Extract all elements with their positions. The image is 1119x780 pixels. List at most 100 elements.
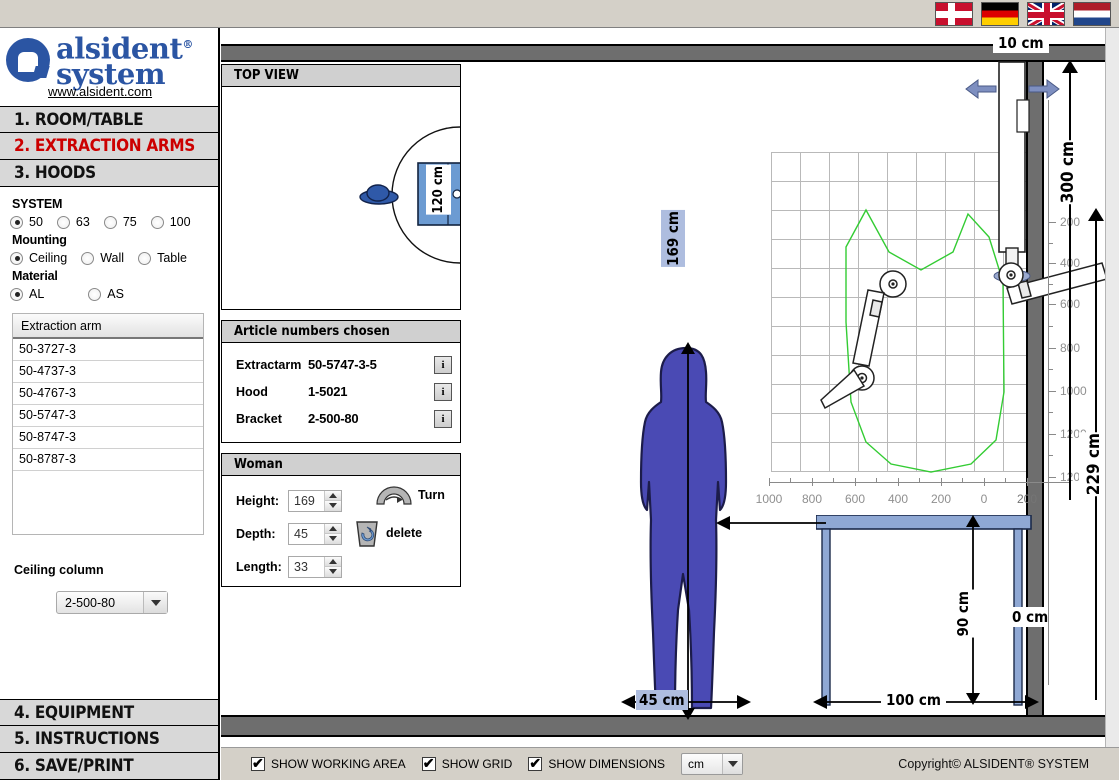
floor-level-dimension: 0 cm [1007, 607, 1054, 627]
logo: alsident® system www.alsident.com [0, 28, 218, 106]
length-increment-icon[interactable] [325, 556, 341, 567]
extraction-arm-list-header: Extraction arm [13, 314, 203, 339]
sidebar-item-equipment[interactable]: 4. EQUIPMENT [0, 699, 218, 726]
x-tick-label: 0 [980, 492, 988, 506]
list-item[interactable]: 50-3727-3 [13, 339, 203, 361]
sidebar-item-extraction-arms[interactable]: 2. EXTRACTION ARMS [0, 133, 218, 160]
sidebar-item-hoods[interactable]: 3. HOODS [0, 160, 218, 187]
info-button-hood[interactable]: i [434, 382, 452, 401]
height-value[interactable]: 169 [289, 491, 324, 511]
ceiling-column-value: 2-500-80 [65, 595, 116, 610]
radio-icon [81, 251, 95, 265]
depth-increment-icon[interactable] [325, 523, 341, 534]
material-option-al[interactable]: AL [10, 287, 44, 301]
material-group-title: Material [12, 269, 58, 283]
depth-field-row: Depth: 45 [222, 517, 460, 550]
table-row: Bracket 2-500-80 i [222, 405, 460, 432]
article-label: Extractarm [236, 357, 302, 372]
mounting-option-label: Wall [100, 251, 125, 265]
checkbox-show-grid[interactable]: SHOW GRID [421, 755, 513, 772]
extraction-arm-panel: SYSTEM 50 63 75 100 Mounting Ceiling Wal… [0, 187, 218, 614]
x-tick-label: 400 [887, 492, 909, 506]
turn-icon [376, 486, 412, 505]
checkbox-show-dimensions[interactable]: SHOW DIMENSIONS [528, 755, 665, 772]
list-item[interactable]: 50-8747-3 [13, 427, 203, 449]
system-option-63[interactable]: 63 [56, 215, 90, 229]
radio-icon [10, 287, 23, 301]
german-flag[interactable] [981, 2, 1019, 26]
person-properties-title: Woman [222, 454, 460, 476]
article-value: 50-5747-3-5 [308, 357, 377, 372]
sidebar-item-room-table[interactable]: 1. ROOM/TABLE [0, 106, 218, 133]
height-stepper[interactable]: 169 [288, 489, 342, 512]
delete-button[interactable]: delete [352, 518, 422, 548]
material-radio-group: AL AS [10, 287, 208, 301]
table-row: Extractarm 50-5747-3-5 i [222, 351, 460, 378]
turn-button[interactable]: Turn [374, 482, 445, 508]
extraction-arm-listbox[interactable]: Extraction arm 50-3727-3 50-4737-3 50-47… [12, 313, 204, 535]
ceiling-column-label: Ceiling column [14, 563, 104, 577]
trash-icon [356, 521, 378, 547]
top-view-title: TOP VIEW [222, 65, 460, 87]
radio-icon [138, 251, 152, 265]
list-item[interactable]: 50-4767-3 [13, 383, 203, 405]
system-group-title: SYSTEM [12, 197, 63, 211]
material-option-label: AL [29, 287, 45, 301]
system-option-label: 63 [75, 215, 90, 229]
article-value: 2-500-80 [308, 411, 359, 426]
system-option-100[interactable]: 100 [150, 215, 191, 229]
radio-icon [150, 215, 164, 229]
length-decrement-icon[interactable] [325, 567, 341, 577]
list-item[interactable]: 50-8787-3 [13, 449, 203, 471]
radio-icon [88, 287, 102, 301]
radio-icon [56, 215, 70, 229]
depth-value[interactable]: 45 [289, 524, 324, 544]
sidebar: alsident® system www.alsident.com 1. ROO… [0, 28, 220, 780]
brand-wordmark: alsident® system [56, 32, 193, 88]
sidebar-item-instructions[interactable]: 5. INSTRUCTIONS [0, 726, 218, 753]
ceiling-column-select[interactable]: 2-500-80 [56, 591, 168, 614]
list-item[interactable]: 50-5747-3 [13, 405, 203, 427]
checkbox-icon [528, 755, 543, 772]
danish-flag[interactable] [935, 2, 973, 26]
language-bar [0, 0, 1119, 28]
length-stepper[interactable]: 33 [288, 555, 342, 578]
brand-url[interactable]: www.alsident.com [48, 84, 152, 99]
column-offset-dimension: 10 cm [993, 33, 1049, 53]
table-height-dimension: 90 cm [949, 590, 977, 638]
height-label: Height: [236, 493, 280, 508]
info-button-extractarm[interactable]: i [434, 355, 452, 374]
info-button-bracket[interactable]: i [434, 409, 452, 428]
height-increment-icon[interactable] [325, 490, 341, 501]
system-option-75[interactable]: 75 [103, 215, 137, 229]
article-label: Hood [236, 384, 268, 399]
list-empty-space [13, 471, 203, 534]
room-height-dimension: 300 cm [1053, 140, 1083, 205]
length-value[interactable]: 33 [289, 557, 324, 577]
list-item[interactable]: 50-4737-3 [13, 361, 203, 383]
mounting-option-table[interactable]: Table [138, 251, 187, 265]
top-view-canvas[interactable]: 120 cm [222, 87, 460, 309]
x-tick-label: 800 [801, 492, 823, 506]
unit-value: cm [688, 757, 705, 771]
depth-decrement-icon[interactable] [325, 534, 341, 544]
sidebar-item-save-print[interactable]: 6. SAVE/PRINT [0, 753, 218, 780]
checkbox-icon [251, 755, 265, 772]
height-decrement-icon[interactable] [325, 501, 341, 511]
unit-select[interactable]: cm [681, 753, 744, 775]
checkbox-show-working-area[interactable]: SHOW WORKING AREA [251, 755, 406, 772]
mounting-option-ceiling[interactable]: Ceiling [10, 251, 67, 265]
checkbox-label: SHOW GRID [441, 757, 513, 771]
hood-dimension: 120 cm [426, 165, 451, 215]
person-depth-dimension: 45 cm [636, 690, 688, 710]
x-tick-label: 200 [930, 492, 952, 506]
copyright-text: Copyright© ALSIDENT® SYSTEM [898, 757, 1089, 771]
turn-label: Turn [418, 488, 445, 502]
person-height-arrow [681, 342, 695, 720]
scrollbar-track[interactable] [1105, 28, 1119, 747]
x-tick-label: 200 [1016, 492, 1038, 506]
mounting-option-wall[interactable]: Wall [81, 251, 124, 265]
system-option-50[interactable]: 50 [10, 215, 43, 229]
depth-stepper[interactable]: 45 [288, 522, 342, 545]
material-option-as[interactable]: AS [88, 287, 124, 301]
